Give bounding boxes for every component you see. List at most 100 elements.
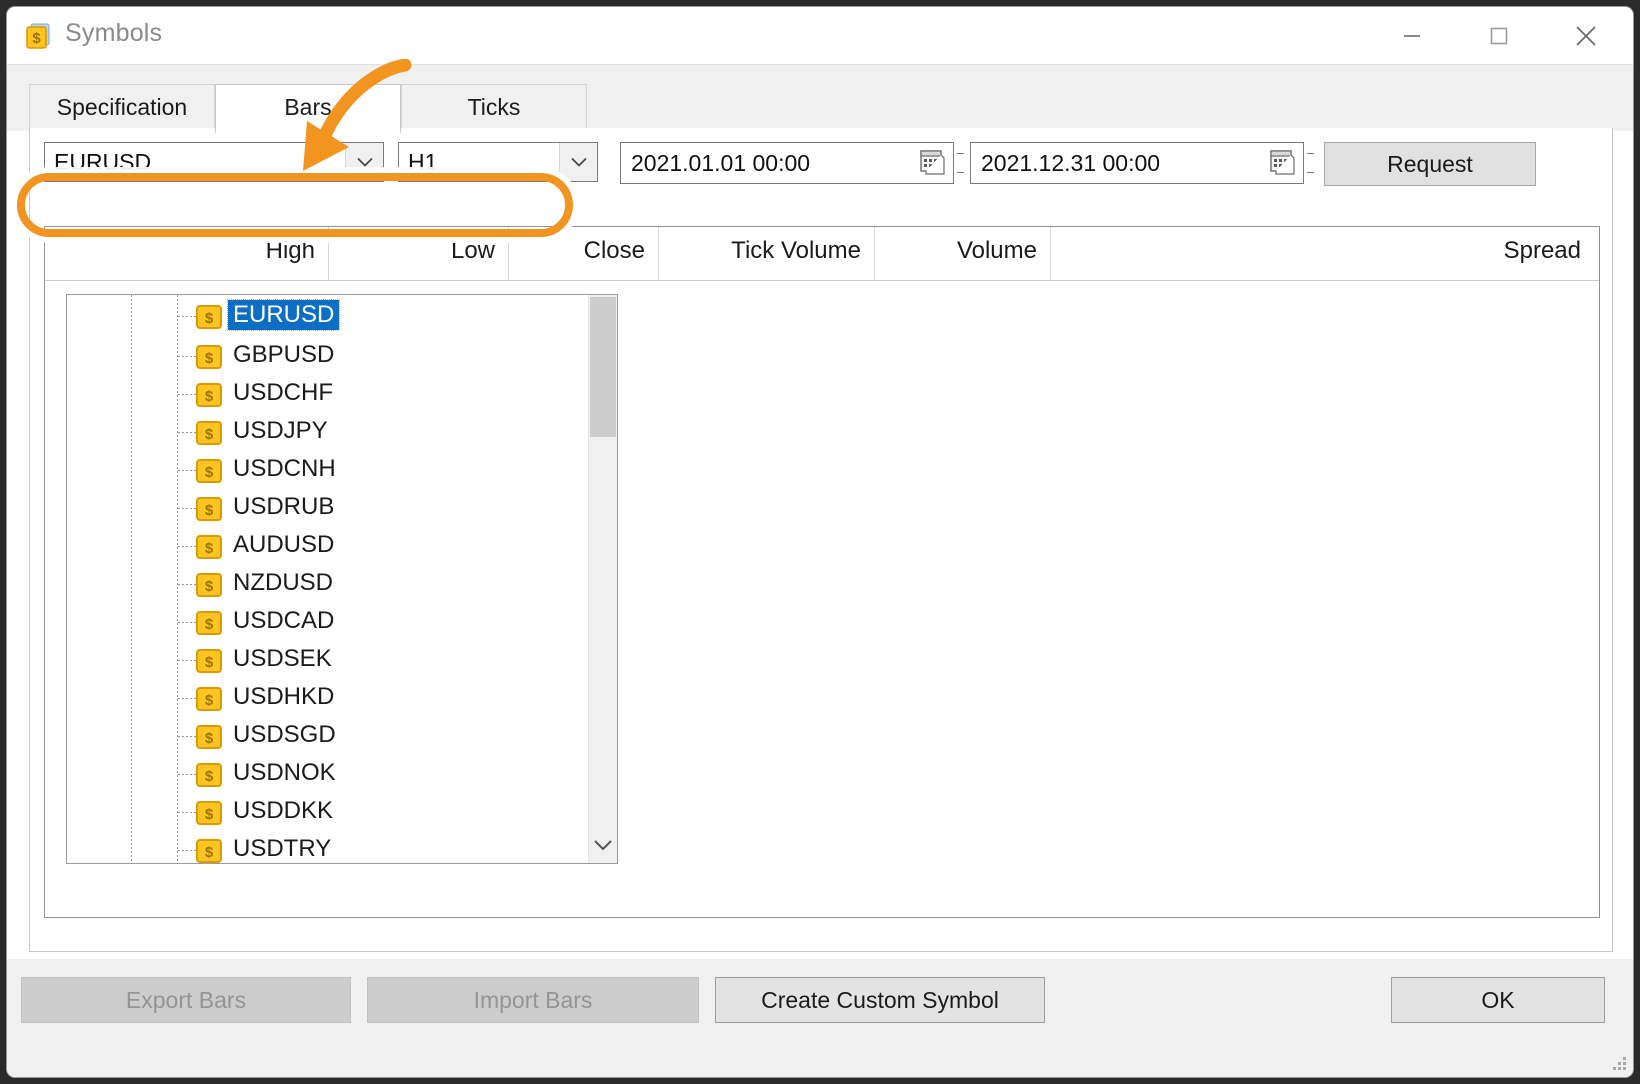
- bars-tab-panel: EURUSD H1 2021.01.01 00:00 2021.12.31 00…: [29, 128, 1613, 952]
- title-bar: $ Symbols: [7, 7, 1633, 64]
- column-header-spread[interactable]: Spread: [1051, 227, 1599, 280]
- list-item[interactable]: $ USDJPY: [67, 413, 589, 451]
- chevron-down-icon[interactable]: [559, 143, 597, 181]
- request-button[interactable]: Request: [1324, 142, 1536, 186]
- scrollbar-thumb[interactable]: [590, 297, 616, 437]
- calendar-icon[interactable]: [918, 148, 947, 177]
- svg-text:$: $: [205, 464, 214, 481]
- svg-text:$: $: [205, 844, 214, 861]
- symbol-dollar-icon: $: [196, 725, 222, 749]
- close-icon: [1576, 25, 1596, 46]
- list-item[interactable]: $ USDRUB: [67, 489, 589, 527]
- svg-text:$: $: [205, 540, 214, 557]
- chevron-down-icon[interactable]: [345, 143, 383, 181]
- symbol-dollar-icon: $: [196, 305, 222, 329]
- list-item[interactable]: $ GBPUSD: [67, 337, 589, 375]
- minimize-button[interactable]: [1381, 7, 1443, 64]
- list-item-label: GBPUSD: [233, 341, 335, 368]
- tree-connector: [178, 736, 196, 737]
- list-item[interactable]: $ USDTRY: [67, 831, 589, 863]
- column-header-low[interactable]: Low: [329, 227, 509, 280]
- list-item-label: USDDKK: [233, 797, 334, 824]
- list-item[interactable]: $ USDSGD: [67, 717, 589, 755]
- list-item-label: USDSGD: [233, 721, 336, 748]
- list-item[interactable]: $ USDCNH: [67, 451, 589, 489]
- date-to-field[interactable]: 2021.12.31 00:00: [970, 142, 1304, 184]
- date-from-field[interactable]: 2021.01.01 00:00: [620, 142, 954, 184]
- list-item[interactable]: $ EURUSD: [67, 297, 589, 335]
- column-header-volume[interactable]: Volume: [875, 227, 1051, 280]
- tree-connector: [178, 356, 196, 357]
- close-button[interactable]: [1555, 7, 1617, 64]
- period-combobox[interactable]: H1: [398, 142, 598, 182]
- svg-text:$: $: [32, 30, 41, 47]
- svg-text:$: $: [205, 806, 214, 823]
- symbol-dollar-icon: $: [196, 573, 222, 597]
- column-header-high[interactable]: High: [149, 227, 329, 280]
- list-item[interactable]: $ NZDUSD: [67, 565, 589, 603]
- symbol-dollar-icon: $: [196, 649, 222, 673]
- resize-grip-icon[interactable]: [1611, 1055, 1627, 1071]
- scroll-down-button[interactable]: [589, 827, 617, 863]
- import-bars-button[interactable]: Import Bars: [367, 977, 699, 1023]
- list-item[interactable]: $ USDCAD: [67, 603, 589, 641]
- symbol-dollar-icon: $: [196, 801, 222, 825]
- symbol-dollar-icon: $: [196, 421, 222, 445]
- maximize-button[interactable]: [1468, 7, 1530, 64]
- list-item[interactable]: $ USDDKK: [67, 793, 589, 831]
- column-header-tick-volume[interactable]: Tick Volume: [659, 227, 875, 280]
- tab-strip: Specification Bars Ticks: [7, 64, 1633, 133]
- list-item-label: USDHKD: [233, 683, 335, 710]
- tree-connector: [178, 660, 196, 661]
- tree-connector: [178, 394, 196, 395]
- export-bars-button[interactable]: Export Bars: [21, 977, 351, 1023]
- ok-button[interactable]: OK: [1391, 977, 1605, 1023]
- symbol-dollar-icon: $: [196, 763, 222, 787]
- list-item[interactable]: $ USDHKD: [67, 679, 589, 717]
- column-header-close[interactable]: Close: [509, 227, 659, 280]
- tab-ticks[interactable]: Ticks: [401, 84, 587, 131]
- symbol-combobox[interactable]: EURUSD: [44, 142, 384, 182]
- svg-text:$: $: [205, 578, 214, 595]
- chevron-down-icon: [594, 840, 612, 851]
- tree-connector: [178, 812, 196, 813]
- symbol-dollar-icon: $: [196, 497, 222, 521]
- symbol-dollar-icon: $: [196, 459, 222, 483]
- symbol-tree[interactable]: $ EURUSD $ GBPUSD $ USDCHF $ USDJPY $ US…: [67, 295, 589, 863]
- symbol-dollar-icon: $: [196, 687, 222, 711]
- symbol-dollar-icon: $: [196, 839, 222, 863]
- period-combobox-value: H1: [408, 149, 438, 175]
- list-item[interactable]: $ USDNOK: [67, 755, 589, 793]
- list-item[interactable]: $ USDCHF: [67, 375, 589, 413]
- bars-toolbar: EURUSD H1 2021.01.01 00:00 2021.12.31 00…: [30, 128, 1612, 194]
- svg-text:$: $: [205, 768, 214, 785]
- svg-text:$: $: [205, 426, 214, 443]
- tab-specification[interactable]: Specification: [29, 84, 215, 131]
- symbol-list-scrollbar[interactable]: [588, 295, 617, 863]
- dialog-footer: Export Bars Import Bars Create Custom Sy…: [7, 959, 1633, 1077]
- svg-text:$: $: [205, 692, 214, 709]
- list-item-label: USDCNH: [233, 455, 336, 482]
- symbol-dollar-icon: $: [196, 611, 222, 635]
- date-to-spinner[interactable]: [1306, 142, 1316, 184]
- svg-text:$: $: [205, 350, 214, 367]
- symbol-dropdown-list[interactable]: $ EURUSD $ GBPUSD $ USDCHF $ USDJPY $ US…: [66, 294, 618, 864]
- list-item[interactable]: $ USDSEK: [67, 641, 589, 679]
- symbol-combobox-value: EURUSD: [54, 149, 152, 175]
- maximize-icon: [1490, 27, 1508, 44]
- symbol-dollar-icon: $: [196, 383, 222, 407]
- list-item-label: USDSEK: [233, 645, 332, 672]
- date-from-spinner[interactable]: [956, 142, 966, 184]
- calendar-icon[interactable]: [1268, 148, 1297, 177]
- symbol-dollar-icon: $: [196, 345, 222, 369]
- create-custom-symbol-button[interactable]: Create Custom Symbol: [715, 977, 1045, 1023]
- list-item-label: AUDUSD: [233, 531, 335, 558]
- tab-bars[interactable]: Bars: [215, 84, 401, 133]
- list-item[interactable]: $ AUDUSD: [67, 527, 589, 565]
- tree-connector: [178, 698, 196, 699]
- list-item-label: USDTRY: [233, 835, 332, 862]
- list-item-label: USDRUB: [233, 493, 335, 520]
- svg-text:$: $: [205, 616, 214, 633]
- tree-connector: [178, 546, 196, 547]
- tree-connector: [178, 850, 196, 851]
